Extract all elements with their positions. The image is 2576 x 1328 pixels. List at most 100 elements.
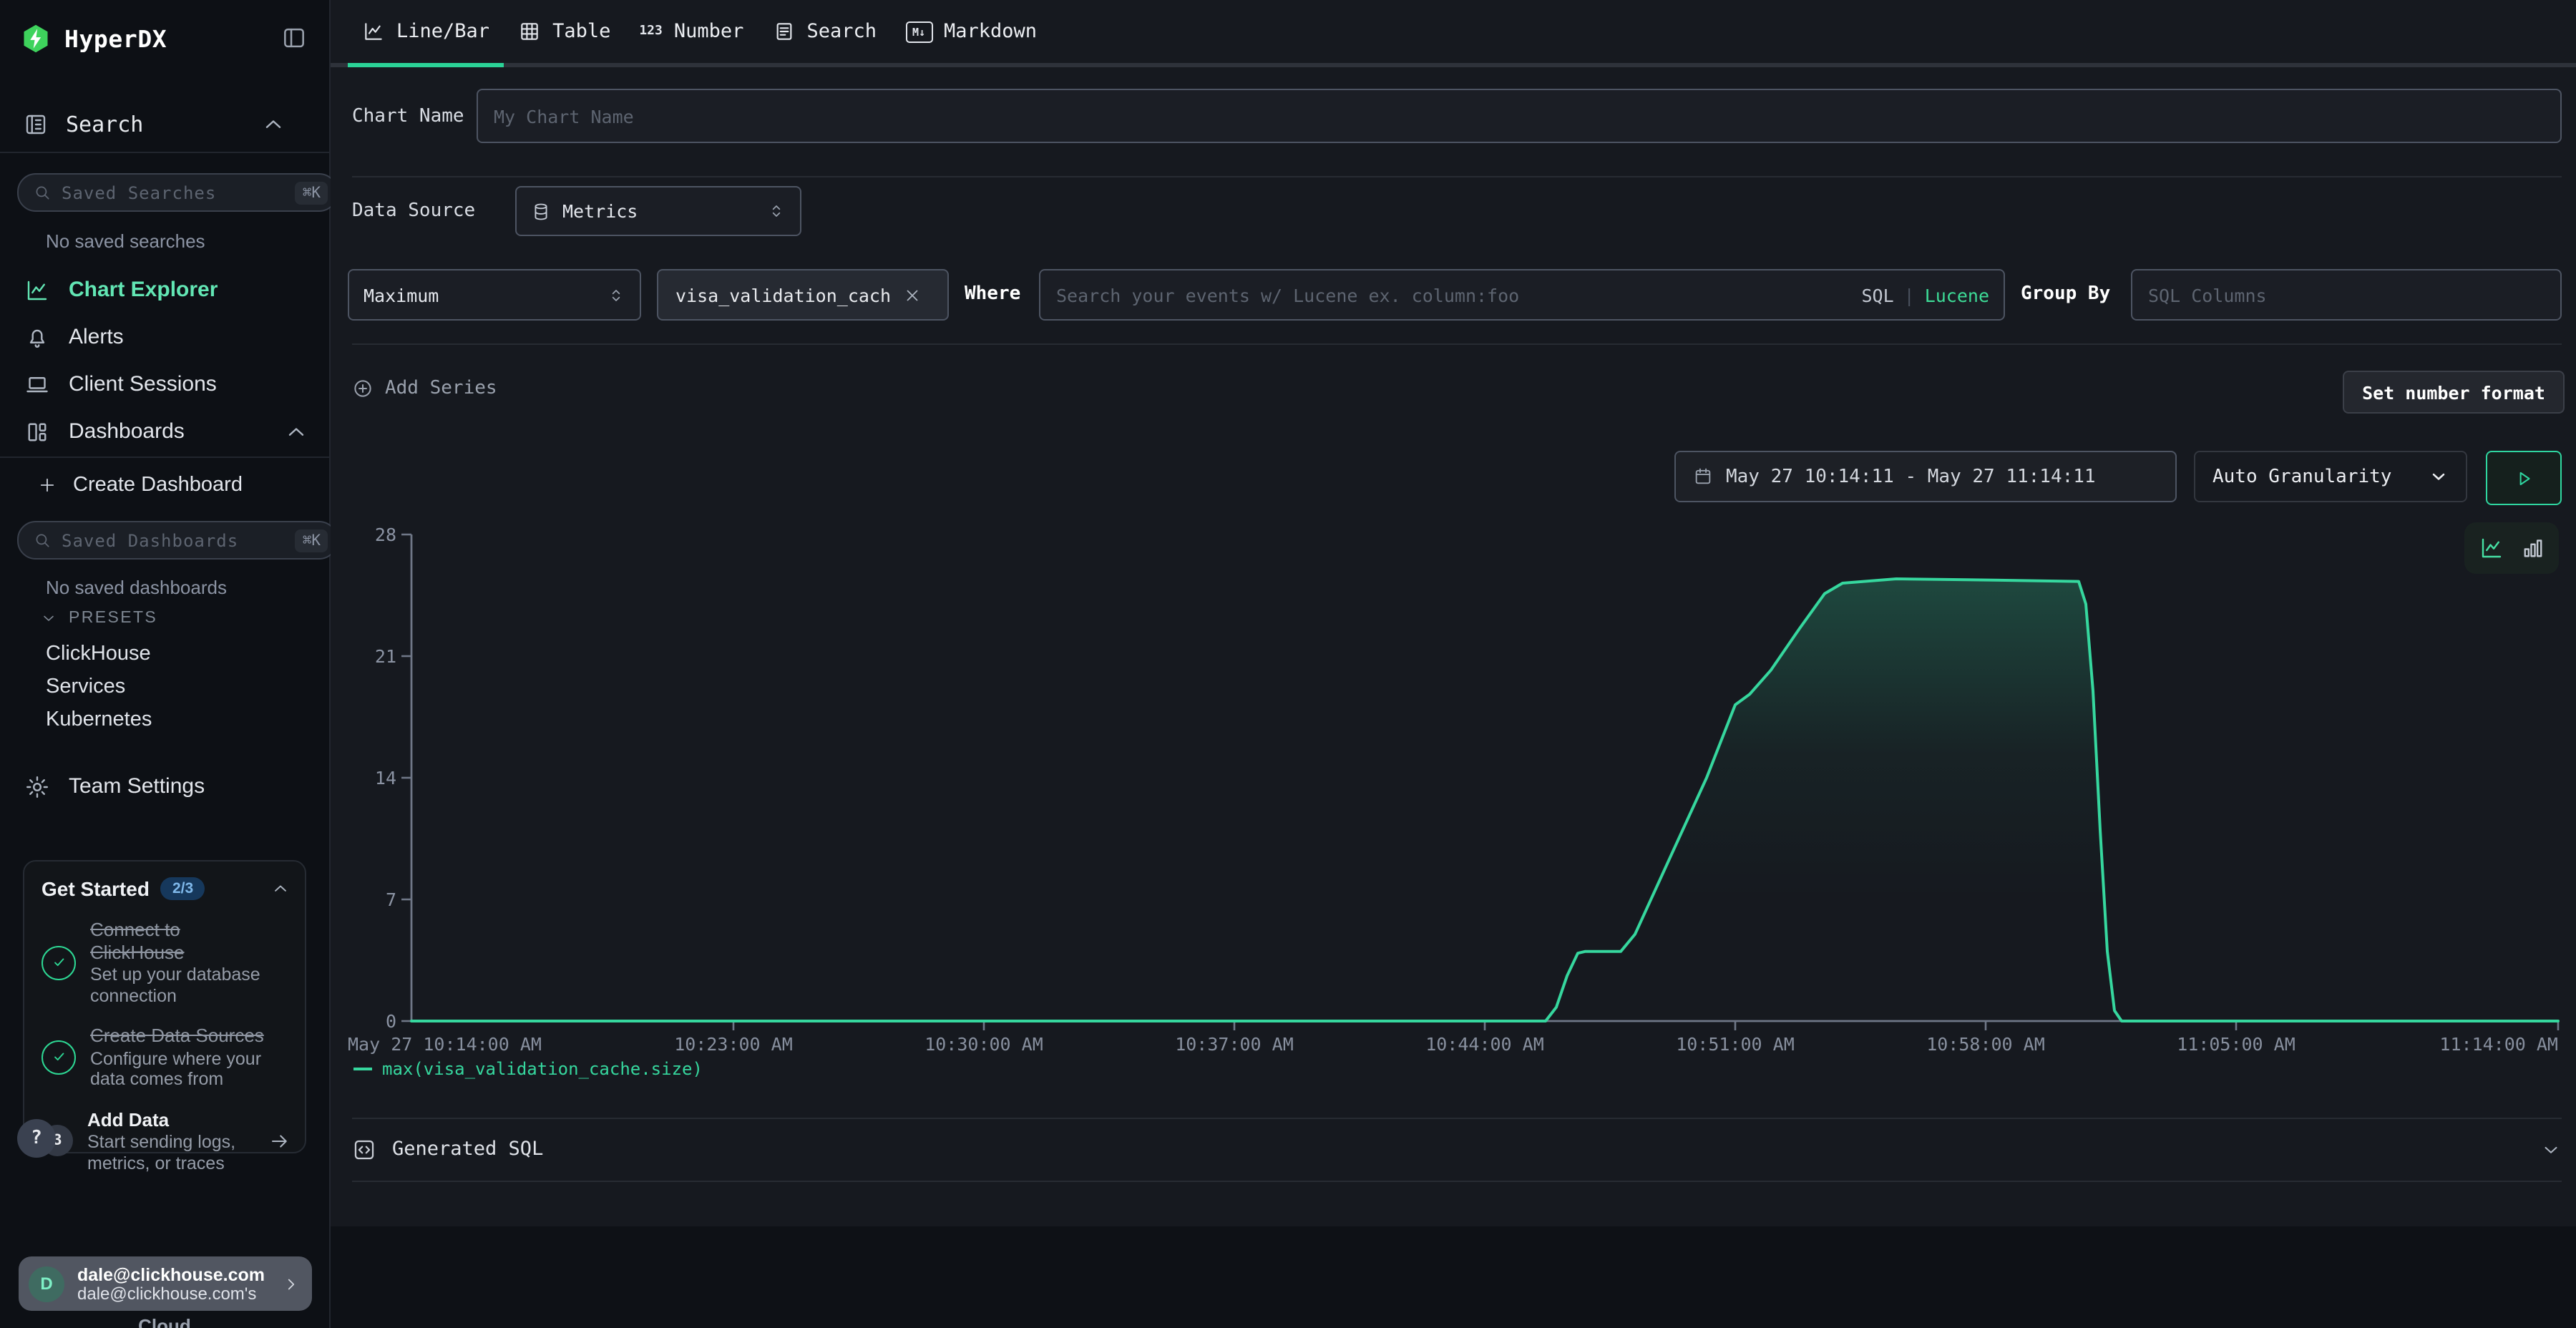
metric-name: visa_validation_cach <box>675 284 891 306</box>
dashboard-icon <box>24 419 50 444</box>
line-chart-icon <box>362 20 385 43</box>
granularity-select[interactable]: Auto Granularity <box>2194 451 2467 502</box>
get-started-title: Get Started <box>42 877 150 900</box>
data-source-value: Metrics <box>562 200 638 222</box>
saved-searches-placeholder: Saved Searches <box>62 182 286 202</box>
hyperdx-logo-icon <box>20 23 52 54</box>
tab-number[interactable]: 123Number <box>625 0 758 67</box>
set-number-format-button[interactable]: Set number format <box>2343 371 2565 414</box>
divider <box>352 1181 2562 1182</box>
search-section-icon <box>23 112 49 137</box>
saved-searches-input[interactable]: Saved Searches ⌘K <box>17 173 338 212</box>
chevron-down-icon <box>40 610 57 627</box>
get-started-items: Connect to ClickHouseSet up your databas… <box>42 919 291 1173</box>
x-tick-label: 11:14:00 AM <box>2439 1034 2558 1055</box>
sidebar-item-chart-explorer[interactable]: Chart Explorer <box>0 266 329 313</box>
lucene-language-toggle[interactable]: Lucene <box>1925 284 1989 306</box>
tab-table[interactable]: Table <box>504 0 625 67</box>
legend-label: max(visa_validation_cache.size) <box>382 1059 703 1079</box>
sidebar-item-alerts[interactable]: Alerts <box>0 313 329 361</box>
aggregation-select[interactable]: Maximum <box>348 269 641 321</box>
sidebar-section-search[interactable]: Search <box>23 112 306 137</box>
data-source-select[interactable]: Metrics <box>515 186 801 236</box>
sidebar-item-dashboards[interactable]: Dashboards <box>0 408 329 455</box>
no-saved-searches-text: No saved searches <box>46 230 205 252</box>
group-by-input[interactable] <box>2131 269 2562 321</box>
logo[interactable]: HyperDX <box>20 23 167 54</box>
user-menu[interactable]: D dale@clickhouse.com dale@clickhouse.co… <box>19 1256 312 1311</box>
presets-header[interactable]: PRESETS <box>40 610 157 627</box>
plus-circle-icon <box>352 378 374 399</box>
collapse-sidebar-icon[interactable] <box>280 24 308 52</box>
where-search-input[interactable] <box>1039 269 2005 321</box>
x-tick-label: May 27 10:14:00 AM <box>348 1034 542 1055</box>
sql-language-toggle[interactable]: SQL <box>1861 284 1893 306</box>
axis-lines <box>411 534 2558 1021</box>
sidebar-item-client-sessions[interactable]: Client Sessions <box>0 361 329 408</box>
group-by-label: Group By <box>2021 283 2110 305</box>
step-subtitle: Set up your database connection <box>90 965 268 1006</box>
presets-label: PRESETS <box>69 610 157 627</box>
page-background <box>331 1226 2576 1328</box>
arrow-right-icon <box>269 1131 291 1152</box>
y-tick-label: 28 <box>375 524 396 545</box>
chart-name-input[interactable] <box>477 89 2562 143</box>
preset-kubernetes[interactable]: Kubernetes <box>0 703 329 736</box>
generated-sql-toggle[interactable]: Generated SQL <box>352 1118 2562 1181</box>
tab-line-bar[interactable]: Line/Bar <box>348 0 504 67</box>
y-tick-label: 21 <box>375 646 396 667</box>
close-icon[interactable] <box>902 285 921 304</box>
series-line <box>411 579 2558 1021</box>
preset-clickhouse[interactable]: ClickHouse <box>0 637 329 670</box>
where-input-wrap: SQL | Lucene <box>1039 269 2005 321</box>
select-chevrons-icon <box>607 285 625 304</box>
x-tick-label: 10:58:00 AM <box>1926 1034 2045 1055</box>
chevron-up-icon[interactable] <box>260 112 286 137</box>
chart-name-label: Chart Name <box>352 106 464 127</box>
get-started-progress-badge: 2/3 <box>161 877 205 900</box>
sidebar: HyperDX Search Saved Searches ⌘K No save… <box>0 0 331 1328</box>
brand-name: HyperDX <box>64 25 167 52</box>
tab-label: Markdown <box>944 20 1037 43</box>
x-tick-label: 11:05:00 AM <box>2177 1034 2296 1055</box>
x-tick-label: 10:37:00 AM <box>1175 1034 1294 1055</box>
chevron-up-icon[interactable] <box>283 419 309 444</box>
get-started-item[interactable]: Create Data SourcesConfigure where your … <box>42 1025 291 1090</box>
get-started-item[interactable]: Connect to ClickHouseSet up your databas… <box>42 919 291 1006</box>
help-label: ? <box>31 1128 42 1149</box>
data-source-label: Data Source <box>352 200 475 222</box>
sidebar-item-team-settings[interactable]: Team Settings <box>0 763 329 810</box>
sidebar-item-label: Dashboards <box>69 419 185 444</box>
get-started-item[interactable]: 3Add DataStart sending logs, metrics, or… <box>42 1108 291 1173</box>
chevron-right-icon <box>282 1274 301 1293</box>
x-tick-label: 10:23:00 AM <box>674 1034 793 1055</box>
chart-svg[interactable]: 07142128May 27 10:14:00 AM10:23:00 AM10:… <box>331 508 2576 1116</box>
doc-icon <box>772 20 795 43</box>
legend-swatch <box>353 1068 372 1070</box>
help-button[interactable]: ? <box>17 1119 56 1158</box>
date-range-picker[interactable]: May 27 10:14:11 - May 27 11:14:11 <box>1674 451 2177 502</box>
step-subtitle: Configure where your data comes from <box>90 1048 268 1090</box>
search-icon <box>33 531 52 550</box>
create-dashboard-label: Create Dashboard <box>73 474 243 497</box>
main-panel: Line/BarTable123NumberSearchM↓Markdown C… <box>331 0 2576 1226</box>
preset-services[interactable]: Services <box>0 670 329 703</box>
divider <box>352 343 2562 345</box>
chevron-down-icon <box>2429 467 2449 487</box>
search-icon <box>33 183 52 202</box>
chevron-up-icon[interactable] <box>270 879 291 899</box>
run-query-button[interactable] <box>2486 451 2562 505</box>
metric-chip[interactable]: visa_validation_cach <box>657 269 949 321</box>
number-icon: 123 <box>639 24 663 39</box>
saved-dashboards-input[interactable]: Saved Dashboards ⌘K <box>17 521 338 560</box>
chart-legend[interactable]: max(visa_validation_cache.size) <box>353 1059 703 1079</box>
line-chart-icon <box>24 277 50 303</box>
tab-markdown[interactable]: M↓Markdown <box>891 0 1051 67</box>
search-section-label: Search <box>66 112 143 137</box>
add-series-button[interactable]: Add Series <box>352 378 497 399</box>
step-subtitle: Start sending logs, metrics, or traces <box>87 1132 252 1173</box>
tab-search[interactable]: Search <box>758 0 891 67</box>
app-window: HyperDX Search Saved Searches ⌘K No save… <box>0 0 2576 1328</box>
create-dashboard-button[interactable]: Create Dashboard <box>37 474 243 497</box>
play-icon <box>2513 467 2534 489</box>
